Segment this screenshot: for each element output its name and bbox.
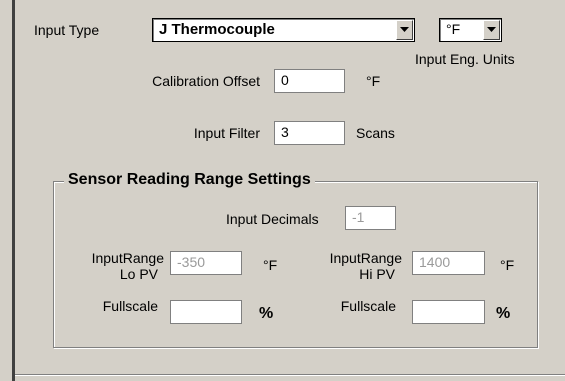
panel-left-border (12, 0, 15, 381)
input-filter-input[interactable]: 3 (274, 121, 345, 145)
range-lo-input: -350 (170, 251, 242, 275)
input-type-label: Input Type (34, 22, 100, 38)
eng-units-label: Input Eng. Units (415, 51, 515, 67)
input-type-select[interactable]: J Thermocouple (152, 18, 415, 42)
input-filter-unit: Scans (356, 125, 395, 141)
panel-bottom-highlight (15, 375, 565, 376)
input-filter-label: Input Filter (193, 125, 260, 141)
calibration-offset-label: Calibration Offset (152, 73, 260, 89)
range-lo-label-line1: InputRange (91, 250, 164, 266)
eng-units-select[interactable]: °F (439, 18, 502, 42)
sensor-range-title: Sensor Reading Range Settings (64, 171, 315, 189)
range-lo-label-line2: Lo PV (119, 266, 158, 282)
fullscale-left-label: Fullscale (102, 298, 158, 314)
range-hi-input: 1400 (412, 251, 485, 275)
input-type-value: J Thermocouple (159, 21, 275, 38)
eng-units-dropdown-button[interactable] (483, 20, 500, 40)
range-hi-label-line2: Hi PV (359, 266, 395, 282)
range-hi-label-line1: InputRange (329, 250, 402, 266)
calibration-offset-unit: °F (366, 73, 381, 89)
fullscale-left-unit: % (259, 305, 274, 322)
fullscale-right-unit: % (496, 305, 511, 322)
input-decimals-label: Input Decimals (226, 211, 319, 227)
fullscale-right-label: Fullscale (340, 298, 396, 314)
chevron-down-icon (487, 27, 496, 32)
eng-units-value: °F (446, 21, 461, 37)
range-lo-unit: °F (263, 257, 278, 273)
chevron-down-icon (400, 27, 409, 32)
input-decimals-input: -1 (345, 206, 396, 230)
calibration-offset-input[interactable]: 0 (274, 69, 345, 93)
fullscale-left-input[interactable] (170, 300, 242, 324)
fullscale-right-input[interactable] (412, 300, 485, 324)
range-hi-unit: °F (500, 257, 515, 273)
input-type-dropdown-button[interactable] (396, 20, 413, 40)
